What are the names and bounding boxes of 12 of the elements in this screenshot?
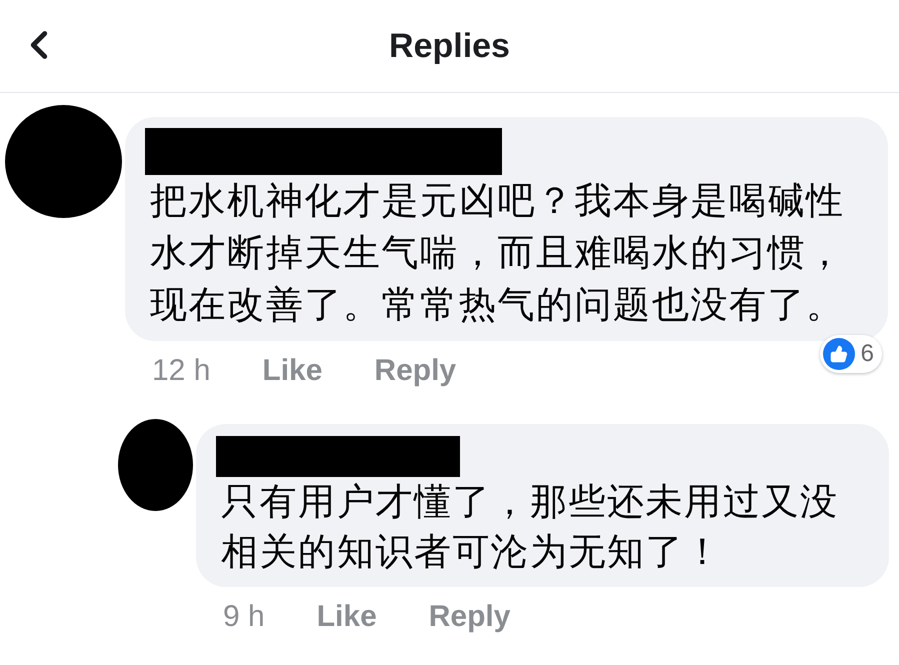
reply-link[interactable]: Reply [428,597,510,637]
comment-text: 只有用户才懂了，那些还未用过又没相关的知识者可沦为无知了！ [220,479,839,575]
comment-time: 12 h [152,353,210,389]
like-link[interactable]: Like [262,351,322,391]
thumbs-up-icon [830,345,848,363]
comment-time: 9 h [223,599,265,635]
reply-link[interactable]: Reply [374,351,456,391]
like-link[interactable]: Like [316,597,377,637]
comment-text: 把水机神化才是元凶吧？我本身是喝碱性水才断掉天生气喘，而且难喝水的习惯，现在改善了。常常热气的问题也没有了。 [149,178,845,328]
reaction-count: 6 [860,340,874,368]
page-title: Replies [389,26,510,66]
reaction-badge[interactable]: 6 [820,335,882,373]
